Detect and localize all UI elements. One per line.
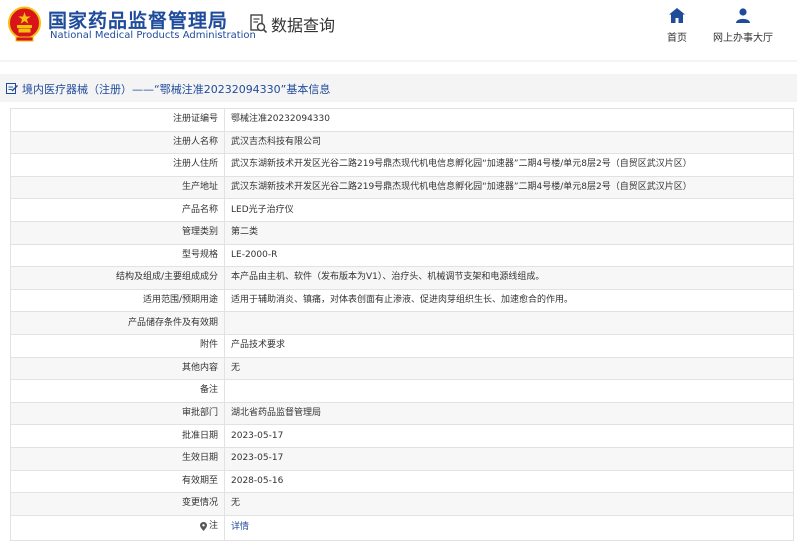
- row-value: 武汉吉杰科技有限公司: [224, 130, 794, 155]
- note-key-label: 注: [208, 520, 218, 531]
- table-row: 适用范围/预期用途 适用于辅助消炎、镇痛，对体表创面有止渗液、促进肉芽组织生长、加…: [10, 288, 794, 313]
- row-value: LE-2000-R: [224, 243, 794, 268]
- row-key: 产品储存条件及有效期: [10, 311, 225, 335]
- table-row: 变更情况无: [10, 492, 794, 516]
- row-value: 第二类: [224, 220, 794, 245]
- row-value: 武汉东湖新技术开发区光谷二路219号鼎杰现代机电信息孵化园“加速器”二期4号楼/…: [224, 153, 794, 177]
- row-value: 适用于辅助消炎、镇痛，对体表创面有止渗液、促进肉芽组织生长、加速愈合的作用。: [224, 288, 794, 313]
- header-divider: [0, 60, 797, 62]
- table-row: 审批部门 湖北省药品监督管理局: [10, 401, 794, 426]
- table-row: 注册人名称 武汉吉杰科技有限公司: [10, 130, 794, 155]
- data-query-label: 数据查询: [271, 16, 336, 35]
- table-row: 附件 产品技术要求: [10, 333, 794, 358]
- document-search-icon: [250, 14, 268, 34]
- row-value: 湖北省药品监督管理局: [224, 401, 794, 426]
- registration-info-table: 注册证编号 鄂械注准20232094330 注册人名称 武汉吉杰科技有限公司 注册人…: [10, 108, 794, 541]
- table-row: 注册证编号 鄂械注准20232094330: [10, 108, 794, 132]
- row-key: 备注: [10, 379, 225, 403]
- table-row: 管理类别 第二类: [10, 220, 794, 245]
- home-icon: [669, 8, 685, 23]
- location-pin-icon: [199, 521, 207, 531]
- row-key: 注册人住所: [10, 153, 225, 177]
- table-row: 产品储存条件及有效期: [10, 311, 794, 335]
- table-row: 生产地址 武汉东湖新技术开发区光谷二路219号鼎杰现代机电信息孵化园“加速器”二期…: [10, 175, 794, 200]
- nav-home[interactable]: 首页: [664, 8, 690, 44]
- note-key-cell: 注: [10, 514, 225, 541]
- org-name-cn: 国家药品监督管理局: [48, 10, 229, 32]
- row-key: 变更情况: [10, 492, 225, 516]
- row-key: 结构及组成/主要组成成分: [10, 266, 225, 290]
- row-value: 无: [224, 356, 794, 381]
- row-value: 2023-05-17: [224, 446, 794, 471]
- nav-online-service-hall-label: 网上办事大厅: [713, 33, 773, 44]
- row-value: [224, 379, 794, 403]
- national-emblem-icon: [8, 6, 41, 42]
- table-row: 批准日期 2023-05-17: [10, 424, 794, 448]
- data-query-section[interactable]: 数据查询: [250, 13, 335, 35]
- note-value-cell: 详情: [224, 514, 794, 541]
- row-value: 本产品由主机、软件（发布版本为V1）、治疗头、机械调节支架和电源线组成。: [224, 266, 794, 290]
- row-key: 附件: [10, 333, 225, 358]
- row-value: 无: [224, 492, 794, 516]
- row-value: 武汉东湖新技术开发区光谷二路219号鼎杰现代机电信息孵化园“加速器”二期4号楼/…: [224, 175, 794, 200]
- row-value: 鄂械注准20232094330: [224, 108, 794, 132]
- edit-document-icon: [6, 83, 18, 94]
- table-row: 有效期至 2028-05-16: [10, 469, 794, 494]
- row-key: 生效日期: [10, 446, 225, 471]
- note-key: 注: [199, 516, 218, 537]
- site-header: 国家药品监督管理局 National Medical Products Admi…: [0, 0, 797, 60]
- row-key: 其他内容: [10, 356, 225, 381]
- row-key: 有效期至: [10, 469, 225, 494]
- row-value: 产品技术要求: [224, 333, 794, 358]
- nav-home-label: 首页: [667, 33, 687, 44]
- table-row: 产品名称 LED光子治疗仪: [10, 198, 794, 222]
- nav-online-service-hall[interactable]: 网上办事大厅: [708, 8, 778, 44]
- note-row: 注 详情: [10, 514, 794, 541]
- table-row: 注册人住所 武汉东湖新技术开发区光谷二路219号鼎杰现代机电信息孵化园“加速器”二…: [10, 153, 794, 177]
- table-row: 生效日期 2023-05-17: [10, 446, 794, 471]
- row-value: 2023-05-17: [224, 424, 794, 448]
- row-value: 2028-05-16: [224, 469, 794, 494]
- row-value: [224, 311, 794, 335]
- row-key: 产品名称: [10, 198, 225, 222]
- table-row: 结构及组成/主要组成成分 本产品由主机、软件（发布版本为V1）、治疗头、机械调节支…: [10, 266, 794, 290]
- table-row: 其他内容无: [10, 356, 794, 381]
- row-key: 生产地址: [10, 175, 225, 200]
- row-key: 型号规格: [10, 243, 225, 268]
- row-key: 审批部门: [10, 401, 225, 426]
- details-link[interactable]: 详情: [231, 522, 249, 532]
- row-key: 注册证编号: [10, 108, 225, 132]
- user-icon: [736, 8, 750, 23]
- row-key: 批准日期: [10, 424, 225, 448]
- row-key: 注册人名称: [10, 130, 225, 155]
- row-value: LED光子治疗仪: [224, 198, 794, 222]
- table-row: 备注: [10, 379, 794, 403]
- table-row: 型号规格 LE-2000-R: [10, 243, 794, 268]
- page-title-bar: 境内医疗器械（注册）——“鄂械注准20232094330”基本信息: [0, 74, 797, 102]
- row-key: 适用范围/预期用途: [10, 288, 225, 313]
- row-key: 管理类别: [10, 220, 225, 245]
- org-name-en: National Medical Products Administration: [50, 30, 256, 41]
- page-title: 境内医疗器械（注册）——“鄂械注准20232094330”基本信息: [22, 83, 331, 96]
